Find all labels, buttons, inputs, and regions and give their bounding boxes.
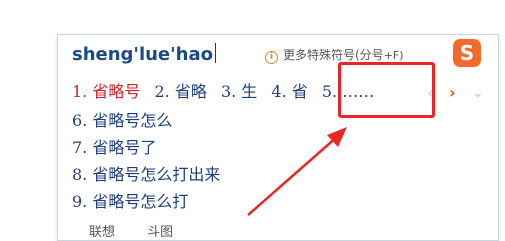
annotation-arrow	[247, 127, 347, 216]
